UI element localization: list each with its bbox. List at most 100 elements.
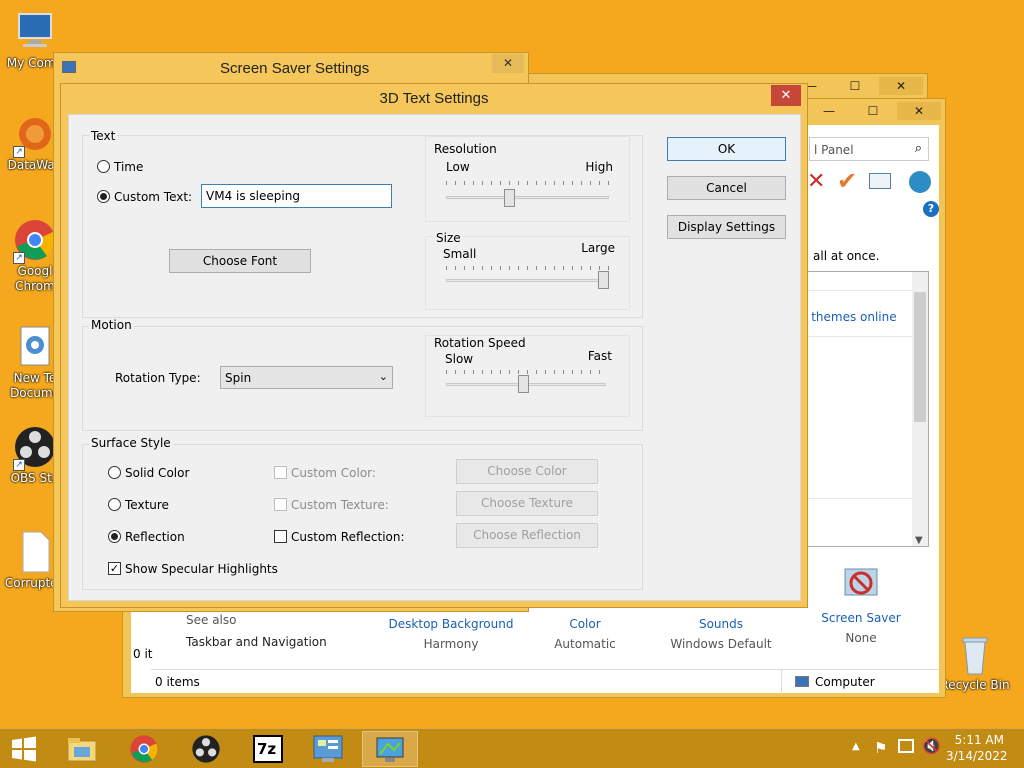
minimize-button[interactable]: —: [807, 102, 851, 120]
show-hidden-icons-icon[interactable]: ▲: [852, 741, 860, 752]
screensaver-icon: [376, 737, 404, 762]
shortcut-arrow-icon: ↗: [13, 459, 25, 471]
desktop-icon-label: Recycle Bin: [940, 678, 1010, 692]
screen-saver-close-button[interactable]: ✕: [492, 54, 524, 73]
motion-group: Motion Rotation Type: Spin ⌄ Rotation Sp…: [82, 318, 643, 431]
solid-color-radio[interactable]: [108, 466, 121, 479]
clock[interactable]: 5:11 AM 3/14/2022: [946, 733, 1008, 763]
control-panel-taskbar-button[interactable]: [300, 731, 356, 767]
solid-color-label[interactable]: Solid Color: [125, 466, 189, 480]
text-document-icon: [13, 325, 57, 369]
size-slider-track[interactable]: [446, 279, 609, 282]
custom-reflection-checkbox[interactable]: [274, 530, 287, 543]
text-group: Text Time Custom Text: Choose Font Resol…: [82, 129, 643, 318]
taskbar-navigation-link[interactable]: Taskbar and Navigation: [186, 635, 327, 649]
rotation-speed-group: Rotation Speed Slow Fast: [425, 335, 630, 417]
7zip-taskbar-button[interactable]: 7z: [240, 731, 296, 767]
help-icon[interactable]: ?: [923, 201, 939, 217]
resolution-group: Resolution Low High: [425, 136, 630, 222]
obs-icon: ↗: [13, 425, 57, 471]
size-label: Size: [434, 231, 463, 245]
checkmark-icon: ✓: [109, 562, 120, 575]
maximize-button[interactable]: ☐: [833, 77, 877, 95]
scrollbar[interactable]: ▼: [912, 272, 928, 546]
rotation-speed-slider-thumb[interactable]: [517, 375, 529, 393]
custom-color-label: Custom Color:: [291, 466, 376, 480]
7zip-icon: 7z: [253, 735, 283, 763]
globe-icon[interactable]: [909, 171, 931, 193]
start-button[interactable]: [0, 731, 48, 767]
size-group: Size Small Large: [425, 231, 630, 310]
surface-style-group: Surface Style Solid Color Texture Reflec…: [82, 436, 643, 590]
items-count: 0 items: [155, 675, 200, 689]
time-radio[interactable]: [97, 160, 110, 173]
get-themes-online-link[interactable]: e themes online: [800, 310, 897, 324]
close-button[interactable]: ✕: [879, 77, 923, 95]
datawag-icon: ↗: [13, 112, 57, 158]
network-icon[interactable]: [898, 739, 914, 753]
screen-saver-window-title: Screen Saver Settings: [220, 60, 370, 77]
custom-reflection-label[interactable]: Custom Reflection:: [291, 530, 405, 544]
action-center-flag-icon[interactable]: ⚑: [874, 739, 887, 757]
texture-radio[interactable]: [108, 498, 121, 511]
screensaver-taskbar-button[interactable]: [362, 731, 418, 767]
obs-taskbar-button[interactable]: [178, 731, 234, 767]
windows-start-icon: [12, 736, 36, 762]
checkmark-icon[interactable]: ✔: [837, 167, 857, 195]
rotation-speed-slow-label: Slow: [445, 352, 474, 366]
custom-texture-label: Custom Texture:: [291, 498, 389, 512]
choose-color-button[interactable]: Choose Color: [456, 459, 598, 484]
desktop-icon-recycle-bin[interactable]: Recycle Bin: [940, 632, 1010, 693]
custom-text-input[interactable]: [201, 184, 392, 208]
cancel-button[interactable]: Cancel: [667, 176, 786, 200]
resolution-ticks: [446, 181, 609, 185]
see-also-label: See also: [186, 613, 237, 627]
chrome-taskbar-button[interactable]: [116, 731, 172, 767]
custom-texture-checkbox[interactable]: [274, 498, 287, 511]
choose-reflection-button[interactable]: Choose Reflection: [456, 523, 598, 548]
theme-list[interactable]: e themes online ▼: [799, 271, 929, 547]
card-icon[interactable]: [869, 173, 891, 189]
file-explorer-taskbar-button[interactable]: [54, 731, 110, 767]
screen-saver-item[interactable]: Screen Saver None: [811, 563, 911, 645]
choose-texture-button[interactable]: Choose Texture: [456, 491, 598, 516]
size-slider-thumb[interactable]: [598, 271, 609, 289]
search-input[interactable]: l Panel: [814, 143, 854, 157]
reflection-radio[interactable]: [108, 530, 121, 543]
rotation-speed-fast-label: Fast: [587, 349, 612, 363]
show-specular-checkbox[interactable]: ✓: [108, 562, 121, 575]
dialog-close-button[interactable]: ✕: [771, 85, 801, 106]
resolution-slider-thumb[interactable]: [503, 189, 515, 207]
resolution-slider-track[interactable]: [446, 196, 609, 199]
reflection-label[interactable]: Reflection: [125, 530, 185, 544]
taskbar: 7z ▲ ⚑ 🔇 5:11 AM 3/14/2022: [0, 728, 1024, 768]
scrollbar-thumb[interactable]: [914, 292, 926, 422]
choose-font-button[interactable]: Choose Font: [169, 249, 311, 273]
display-settings-button[interactable]: Display Settings: [667, 215, 786, 239]
rotation-speed-ticks: [446, 370, 606, 374]
search-box[interactable]: l Panel ⌕: [809, 137, 929, 161]
custom-color-checkbox[interactable]: [274, 466, 287, 479]
volume-muted-icon[interactable]: 🔇: [922, 737, 941, 755]
sounds-label: Sounds: [698, 617, 744, 631]
custom-text-radio[interactable]: [97, 190, 110, 203]
file-icon: [13, 530, 57, 574]
close-button[interactable]: ✕: [897, 102, 941, 120]
resolution-low-label: Low: [446, 160, 470, 174]
rotation-type-select[interactable]: Spin ⌄: [220, 366, 393, 389]
scroll-down-icon[interactable]: ▼: [915, 535, 923, 546]
ok-button[interactable]: OK: [667, 137, 786, 161]
delete-icon[interactable]: ✕: [807, 169, 825, 194]
color-value: Automatic: [554, 637, 616, 651]
screen-saver-label: Screen Saver: [821, 611, 901, 625]
time-label[interactable]: Time: [114, 160, 143, 174]
texture-label[interactable]: Texture: [125, 498, 169, 512]
7zip-icon-text: 7z: [257, 740, 277, 758]
sounds-value: Windows Default: [670, 637, 772, 651]
screen-saver-window-icon: [62, 61, 76, 73]
custom-text-label[interactable]: Custom Text:: [114, 190, 192, 204]
clock-time: 5:11 AM: [954, 733, 1004, 747]
maximize-button[interactable]: ☐: [851, 102, 895, 120]
show-specular-label[interactable]: Show Specular Highlights: [125, 562, 278, 576]
rotation-type-label: Rotation Type:: [115, 371, 201, 385]
